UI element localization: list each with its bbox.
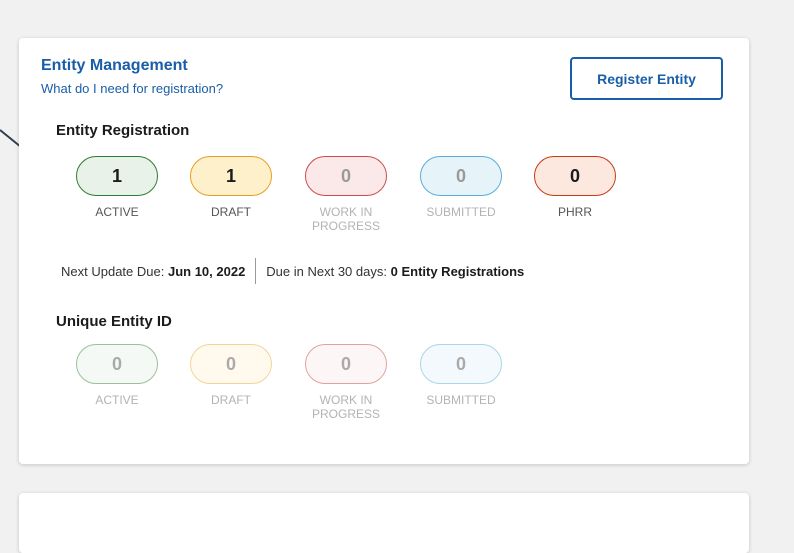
stat-label: ACTIVE bbox=[95, 205, 139, 219]
entity-registration-heading: Entity Registration bbox=[56, 122, 190, 139]
stat-label: WORK IN PROGRESS bbox=[311, 205, 380, 233]
stat-active: 1 ACTIVE bbox=[75, 156, 159, 219]
stat-work-in-progress: 0 WORK IN PROGRESS bbox=[304, 344, 388, 421]
next-update-date: Jun 10, 2022 bbox=[167, 263, 246, 279]
stat-label: PHRR bbox=[557, 205, 592, 219]
stat-draft: 0 DRAFT bbox=[189, 344, 273, 407]
stat-submitted: 0 SUBMITTED bbox=[419, 344, 503, 407]
card-title: Entity Management bbox=[41, 57, 188, 74]
unique-entity-id-heading: Unique Entity ID bbox=[56, 313, 172, 330]
due-label: Due in Next 30 days: bbox=[266, 263, 387, 279]
stat-label: SUBMITTED bbox=[426, 393, 496, 407]
stat-active: 0 ACTIVE bbox=[75, 344, 159, 407]
draft-count-pill[interactable]: 1 bbox=[190, 156, 272, 196]
next-card bbox=[19, 493, 749, 553]
entity-registration-stats: 1 ACTIVE 1 DRAFT 0 WORK IN PROGRESS 0 SU… bbox=[75, 156, 675, 248]
phrr-count-pill[interactable]: 0 bbox=[534, 156, 616, 196]
stat-label: ACTIVE bbox=[95, 393, 139, 407]
stat-label: DRAFT bbox=[211, 393, 251, 407]
work-in-progress-count-pill[interactable]: 0 bbox=[305, 156, 387, 196]
unique-entity-id-stats: 0 ACTIVE 0 DRAFT 0 WORK IN PROGRESS 0 SU… bbox=[75, 344, 675, 436]
stat-label: SUBMITTED bbox=[426, 205, 496, 219]
next-update-label: Next Update Due: bbox=[61, 263, 165, 279]
stat-phrr: 0 PHRR bbox=[533, 156, 617, 219]
entity-management-card: Entity Management What do I need for reg… bbox=[19, 38, 749, 464]
update-info-row: Next Update Due: Jun 10, 2022 Due in Nex… bbox=[61, 258, 525, 284]
active-count-pill[interactable]: 0 bbox=[76, 344, 158, 384]
register-entity-button[interactable]: Register Entity bbox=[570, 57, 723, 100]
draft-count-pill[interactable]: 0 bbox=[190, 344, 272, 384]
work-in-progress-count-pill[interactable]: 0 bbox=[305, 344, 387, 384]
registration-help-link[interactable]: What do I need for registration? bbox=[41, 81, 223, 96]
active-count-pill[interactable]: 1 bbox=[76, 156, 158, 196]
divider bbox=[255, 258, 257, 284]
stat-label: WORK IN PROGRESS bbox=[311, 393, 380, 421]
submitted-count-pill[interactable]: 0 bbox=[420, 156, 502, 196]
due-value: 0 Entity Registrations bbox=[390, 263, 525, 279]
submitted-count-pill[interactable]: 0 bbox=[420, 344, 502, 384]
stat-draft: 1 DRAFT bbox=[189, 156, 273, 219]
stat-work-in-progress: 0 WORK IN PROGRESS bbox=[304, 156, 388, 233]
stat-label: DRAFT bbox=[211, 205, 251, 219]
stat-submitted: 0 SUBMITTED bbox=[419, 156, 503, 219]
